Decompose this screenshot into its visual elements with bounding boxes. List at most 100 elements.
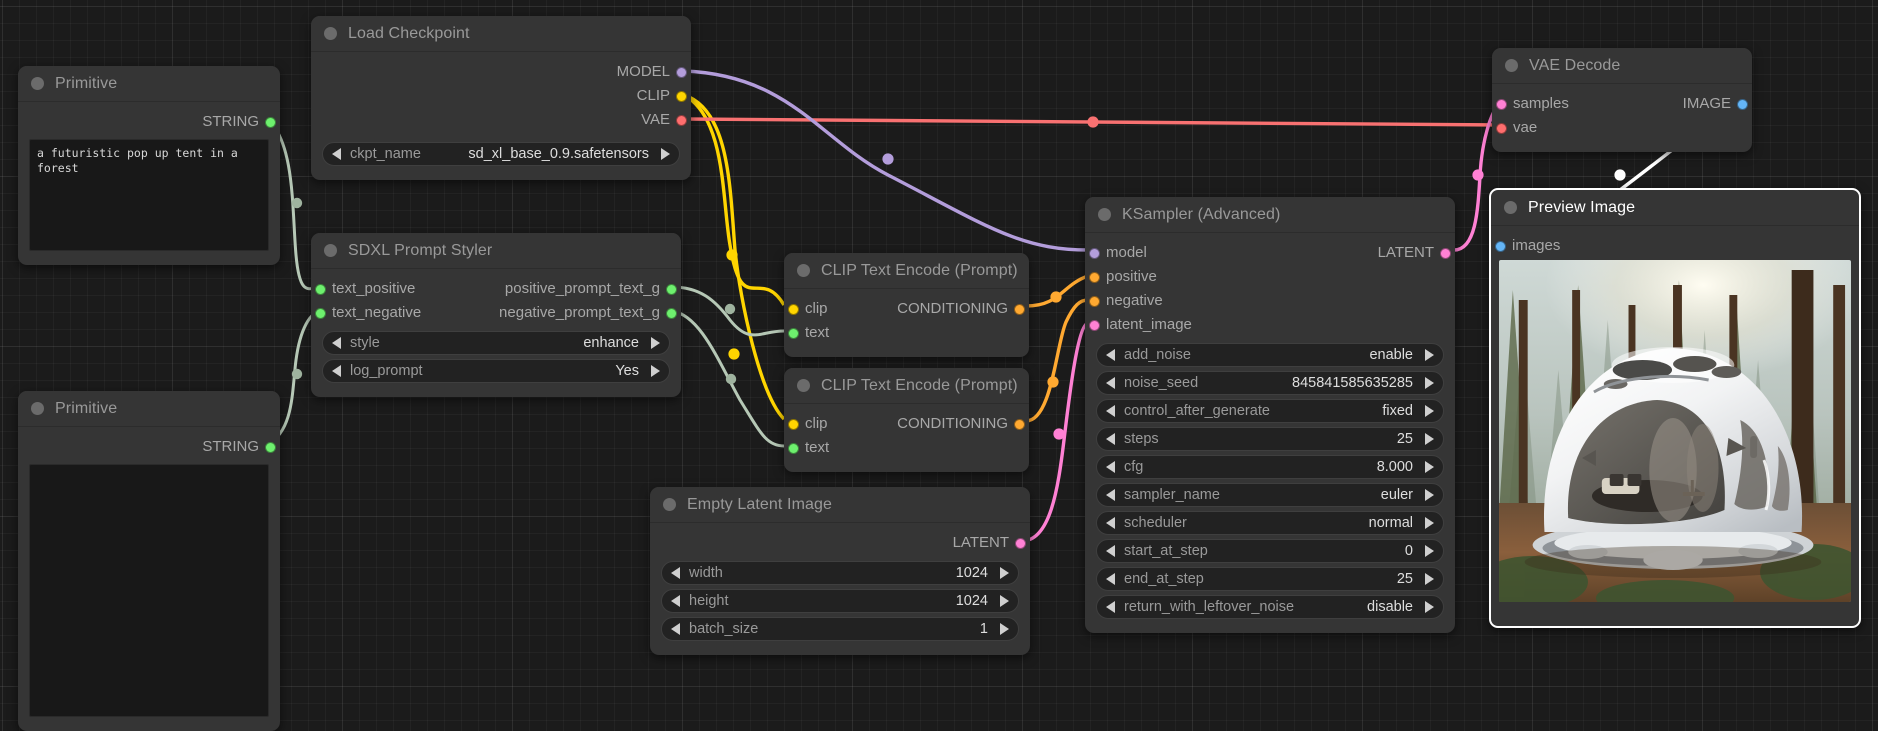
node-title-bar[interactable]: Load Checkpoint xyxy=(311,16,691,52)
input-port-text[interactable] xyxy=(788,328,799,339)
decrement-arrow-icon[interactable] xyxy=(1106,517,1115,529)
node-title-bar[interactable]: Primitive xyxy=(18,66,280,102)
slot-text-negative[interactable]: text_negative negative_prompt_text_g xyxy=(311,303,681,323)
collapse-dot-icon[interactable] xyxy=(324,244,337,257)
collapse-dot-icon[interactable] xyxy=(663,498,676,511)
increment-arrow-icon[interactable] xyxy=(1425,545,1434,557)
slot-vae[interactable]: vae xyxy=(1492,118,1752,138)
decrement-arrow-icon[interactable] xyxy=(332,337,341,349)
decrement-arrow-icon[interactable] xyxy=(1106,349,1115,361)
node-title-bar[interactable]: SDXL Prompt Styler xyxy=(311,233,681,269)
output-port-clip[interactable] xyxy=(676,91,687,102)
collapse-dot-icon[interactable] xyxy=(1098,208,1111,221)
decrement-arrow-icon[interactable] xyxy=(332,365,341,377)
node-clip-text-encode-positive[interactable]: CLIP Text Encode (Prompt) clip CONDITION… xyxy=(784,253,1029,357)
input-port-negative[interactable] xyxy=(1089,296,1100,307)
node-title-bar[interactable]: Empty Latent Image xyxy=(650,487,1030,523)
node-preview-image[interactable]: Preview Image images xyxy=(1489,188,1861,628)
slot-text[interactable]: text xyxy=(784,323,1029,343)
node-title-bar[interactable]: Primitive xyxy=(18,391,280,427)
output-slot-string[interactable]: STRING xyxy=(18,437,280,457)
output-slot-vae[interactable]: VAE xyxy=(311,110,691,130)
decrement-arrow-icon[interactable] xyxy=(671,567,680,579)
widget-steps[interactable]: steps 25 xyxy=(1096,427,1444,451)
slot-clip[interactable]: clip CONDITIONING xyxy=(784,299,1029,319)
output-slot-model[interactable]: MODEL xyxy=(311,62,691,82)
increment-arrow-icon[interactable] xyxy=(1425,405,1434,417)
increment-arrow-icon[interactable] xyxy=(1000,623,1009,635)
input-port-vae[interactable] xyxy=(1496,123,1507,134)
decrement-arrow-icon[interactable] xyxy=(671,623,680,635)
input-port-images[interactable] xyxy=(1495,241,1506,252)
collapse-dot-icon[interactable] xyxy=(1505,59,1518,72)
input-port-samples[interactable] xyxy=(1496,99,1507,110)
widget-batch-size[interactable]: batch_size 1 xyxy=(661,617,1019,641)
preview-image-thumbnail[interactable] xyxy=(1499,260,1851,602)
input-port-text-negative[interactable] xyxy=(315,308,326,319)
slot-latent-image[interactable]: latent_image xyxy=(1085,315,1455,335)
slot-negative[interactable]: negative xyxy=(1085,291,1455,311)
widget-log-prompt[interactable]: log_prompt Yes xyxy=(322,359,670,383)
decrement-arrow-icon[interactable] xyxy=(671,595,680,607)
widget-cfg[interactable]: cfg 8.000 xyxy=(1096,455,1444,479)
input-port-text[interactable] xyxy=(788,443,799,454)
decrement-arrow-icon[interactable] xyxy=(1106,433,1115,445)
output-port-conditioning[interactable] xyxy=(1014,304,1025,315)
collapse-dot-icon[interactable] xyxy=(797,264,810,277)
output-port-string[interactable] xyxy=(265,442,276,453)
widget-return-with-leftover-noise[interactable]: return_with_leftover_noise disable xyxy=(1096,595,1444,619)
widget-sampler-name[interactable]: sampler_name euler xyxy=(1096,483,1444,507)
input-port-clip[interactable] xyxy=(788,304,799,315)
output-port-model[interactable] xyxy=(676,67,687,78)
output-port-positive-prompt[interactable] xyxy=(666,284,677,295)
widget-control-after-generate[interactable]: control_after_generate fixed xyxy=(1096,399,1444,423)
widget-add-noise[interactable]: add_noise enable xyxy=(1096,343,1444,367)
slot-positive[interactable]: positive xyxy=(1085,267,1455,287)
slot-samples[interactable]: samples IMAGE xyxy=(1492,94,1752,114)
output-port-string[interactable] xyxy=(265,117,276,128)
increment-arrow-icon[interactable] xyxy=(651,365,660,377)
input-port-text-positive[interactable] xyxy=(315,284,326,295)
increment-arrow-icon[interactable] xyxy=(1425,517,1434,529)
node-load-checkpoint[interactable]: Load Checkpoint MODEL CLIP VAE ckpt_name… xyxy=(311,16,691,180)
widget-scheduler[interactable]: scheduler normal xyxy=(1096,511,1444,535)
decrement-arrow-icon[interactable] xyxy=(1106,573,1115,585)
increment-arrow-icon[interactable] xyxy=(661,148,670,160)
increment-arrow-icon[interactable] xyxy=(1425,349,1434,361)
string-textarea[interactable]: a futuristic pop up tent in a forest xyxy=(29,139,269,251)
collapse-dot-icon[interactable] xyxy=(31,402,44,415)
node-sdxl-prompt-styler[interactable]: SDXL Prompt Styler text_positive positiv… xyxy=(311,233,681,397)
increment-arrow-icon[interactable] xyxy=(1425,489,1434,501)
increment-arrow-icon[interactable] xyxy=(1000,567,1009,579)
increment-arrow-icon[interactable] xyxy=(1000,595,1009,607)
widget-noise-seed[interactable]: noise_seed 845841585635285 xyxy=(1096,371,1444,395)
widget-height[interactable]: height 1024 xyxy=(661,589,1019,613)
graph-canvas[interactable]: Primitive STRING a futuristic pop up ten… xyxy=(0,0,1878,731)
output-port-latent[interactable] xyxy=(1015,538,1026,549)
output-slot-string[interactable]: STRING xyxy=(18,112,280,132)
widget-width[interactable]: width 1024 xyxy=(661,561,1019,585)
collapse-dot-icon[interactable] xyxy=(1504,201,1517,214)
output-port-image[interactable] xyxy=(1737,99,1748,110)
widget-style[interactable]: style enhance xyxy=(322,331,670,355)
output-port-vae[interactable] xyxy=(676,115,687,126)
slot-images[interactable]: images xyxy=(1491,236,1859,256)
decrement-arrow-icon[interactable] xyxy=(1106,461,1115,473)
output-port-latent[interactable] xyxy=(1440,248,1451,259)
output-port-negative-prompt[interactable] xyxy=(666,308,677,319)
node-empty-latent-image[interactable]: Empty Latent Image LATENT width 1024 hei… xyxy=(650,487,1030,655)
node-title-bar[interactable]: CLIP Text Encode (Prompt) xyxy=(784,368,1029,404)
increment-arrow-icon[interactable] xyxy=(1425,461,1434,473)
output-port-conditioning[interactable] xyxy=(1014,419,1025,430)
node-clip-text-encode-negative[interactable]: CLIP Text Encode (Prompt) clip CONDITION… xyxy=(784,368,1029,472)
decrement-arrow-icon[interactable] xyxy=(1106,377,1115,389)
node-title-bar[interactable]: CLIP Text Encode (Prompt) xyxy=(784,253,1029,289)
input-port-model[interactable] xyxy=(1089,248,1100,259)
widget-end-at-step[interactable]: end_at_step 25 xyxy=(1096,567,1444,591)
slot-clip[interactable]: clip CONDITIONING xyxy=(784,414,1029,434)
input-port-latent-image[interactable] xyxy=(1089,320,1100,331)
increment-arrow-icon[interactable] xyxy=(1425,573,1434,585)
decrement-arrow-icon[interactable] xyxy=(332,148,341,160)
increment-arrow-icon[interactable] xyxy=(1425,377,1434,389)
decrement-arrow-icon[interactable] xyxy=(1106,489,1115,501)
